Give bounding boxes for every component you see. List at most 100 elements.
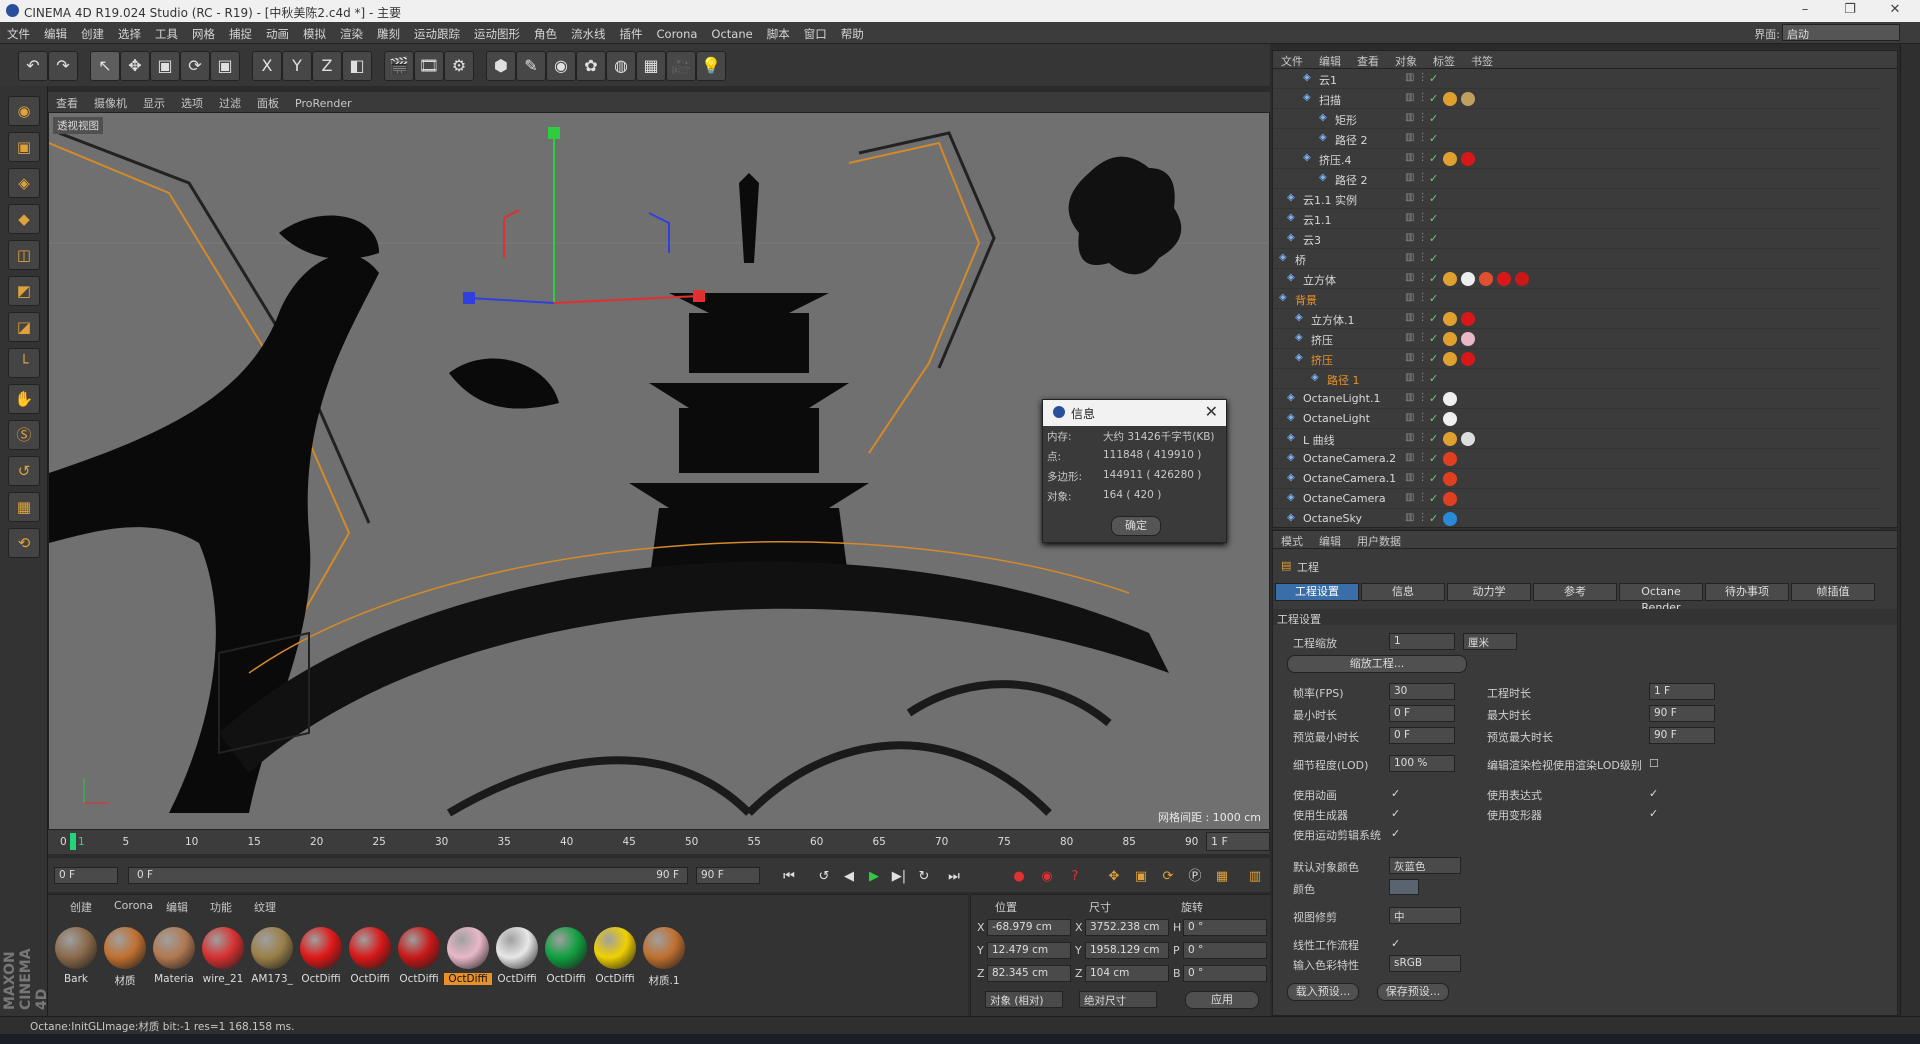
object-tag-icon[interactable] <box>1443 392 1457 406</box>
linear-workflow-checkbox[interactable]: ✓ <box>1391 937 1403 950</box>
material-menu-item[interactable]: 创建 <box>70 899 92 915</box>
menu-item[interactable]: 流水线 <box>564 22 613 42</box>
position-field[interactable]: -68.979 cm <box>987 919 1071 936</box>
object-row[interactable]: ◈ OctaneCamera.1 ▥ ⋮ ✓ <box>1273 469 1881 489</box>
visibility-icon[interactable]: ▥ ⋮ <box>1405 512 1428 523</box>
enabled-check-icon[interactable]: ✓ <box>1429 312 1438 325</box>
object-tag-icon[interactable] <box>1443 332 1457 346</box>
visibility-icon[interactable]: ▥ ⋮ <box>1405 152 1428 163</box>
object-row[interactable]: ◈ 云3 ▥ ⋮ ✓ <box>1273 229 1881 249</box>
playhead[interactable] <box>70 833 76 850</box>
object-row[interactable]: ◈ OctaneCamera.2 ▥ ⋮ ✓ <box>1273 449 1881 469</box>
menu-item[interactable]: Octane <box>704 23 759 41</box>
left-tool-icon[interactable]: ✋ <box>8 384 40 414</box>
coordinate-system-icon[interactable]: ◧ <box>342 51 372 81</box>
left-tool-icon[interactable]: ▣ <box>8 132 40 162</box>
menu-item[interactable]: 运动跟踪 <box>407 22 467 42</box>
material-label[interactable]: Bark <box>52 973 100 985</box>
material-swatch[interactable] <box>202 927 244 969</box>
object-tag-icon[interactable] <box>1497 272 1511 286</box>
visibility-icon[interactable]: ▥ ⋮ <box>1405 392 1428 403</box>
visibility-icon[interactable]: ▥ ⋮ <box>1405 252 1428 263</box>
max-time-field[interactable]: 90 F <box>1649 705 1715 722</box>
minimize-button[interactable]: – <box>1790 2 1820 20</box>
keyframe-selection-icon[interactable]: ? <box>1064 866 1086 888</box>
material-menu-item[interactable]: 功能 <box>210 899 232 915</box>
enabled-check-icon[interactable]: ✓ <box>1429 192 1438 205</box>
object-tag-icon[interactable] <box>1461 352 1475 366</box>
size-mode-select[interactable]: 绝对尺寸 <box>1079 991 1157 1008</box>
attribute-tab[interactable]: Octane Render <box>1619 583 1703 614</box>
material-label[interactable]: OctDiffi <box>542 973 590 985</box>
object-menu-item[interactable]: 书签 <box>1463 51 1501 71</box>
input-color-select[interactable]: sRGB <box>1389 955 1461 972</box>
object-tag-icon[interactable] <box>1443 452 1457 466</box>
material-label[interactable]: OctDiffi <box>297 973 345 985</box>
object-name[interactable]: 路径 1 <box>1327 372 1360 388</box>
key-scale-icon[interactable]: ▣ <box>1130 866 1152 888</box>
enabled-check-icon[interactable]: ✓ <box>1429 112 1438 125</box>
material-label[interactable]: OctDiffi <box>444 973 492 985</box>
next-key-icon[interactable]: ↻ <box>913 866 935 888</box>
material-label[interactable]: wire_21 <box>199 973 247 985</box>
y-axis-icon[interactable]: Y <box>282 51 312 81</box>
position-field[interactable]: 12.479 cm <box>987 942 1071 959</box>
viewport-menu-item[interactable]: 选项 <box>173 92 211 114</box>
left-tool-icon[interactable]: ◆ <box>8 204 40 234</box>
menu-item[interactable]: 编辑 <box>37 22 74 42</box>
enabled-check-icon[interactable]: ✓ <box>1429 292 1438 305</box>
project-scale-field[interactable]: 1 <box>1389 633 1455 650</box>
material-swatch[interactable] <box>300 927 342 969</box>
key-param-icon[interactable]: Ⓟ <box>1184 866 1206 888</box>
object-row[interactable]: ◈ OctaneLight.1 ▥ ⋮ ✓ <box>1273 389 1881 409</box>
load-preset-button[interactable]: 载入预设... <box>1287 983 1359 1001</box>
enabled-check-icon[interactable]: ✓ <box>1429 252 1438 265</box>
viewport-menu-item[interactable]: 过滤 <box>211 92 249 114</box>
menu-item[interactable]: 网格 <box>185 22 222 42</box>
scale-project-button[interactable]: 缩放工程... <box>1287 655 1467 673</box>
menu-item[interactable]: 文件 <box>0 22 37 42</box>
material-swatch[interactable] <box>643 927 685 969</box>
floor-icon[interactable]: ▦ <box>636 51 666 81</box>
material-menu-item[interactable]: Corona <box>114 899 153 912</box>
object-name[interactable]: 云1.1 实例 <box>1303 192 1357 208</box>
visibility-icon[interactable]: ▥ ⋮ <box>1405 372 1428 383</box>
object-menu-item[interactable]: 标签 <box>1425 51 1463 71</box>
object-menu-item[interactable]: 对象 <box>1387 51 1425 71</box>
object-tag-icon[interactable] <box>1443 92 1457 106</box>
object-name[interactable]: 云3 <box>1303 232 1321 248</box>
material-label[interactable]: OctDiffi <box>395 973 443 985</box>
object-name[interactable]: OctaneCamera.2 <box>1303 452 1396 465</box>
object-tag-icon[interactable] <box>1461 332 1475 346</box>
material-label[interactable]: Materia <box>150 973 198 985</box>
object-name[interactable]: OctaneCamera.1 <box>1303 472 1396 485</box>
attribute-tab[interactable]: 参考 <box>1533 583 1617 601</box>
menu-item[interactable]: 渲染 <box>333 22 370 42</box>
render-view-icon[interactable]: 🎬 <box>384 51 414 81</box>
preview-min-field[interactable]: 0 F <box>1389 727 1455 744</box>
left-tool-icon[interactable]: ◈ <box>8 168 40 198</box>
enabled-check-icon[interactable]: ✓ <box>1429 272 1438 285</box>
visibility-icon[interactable]: ▥ ⋮ <box>1405 132 1428 143</box>
enabled-check-icon[interactable]: ✓ <box>1429 92 1438 105</box>
rotate-icon[interactable]: ⟳ <box>180 51 210 81</box>
left-tool-icon[interactable]: ⟲ <box>8 528 40 558</box>
object-name[interactable]: 立方体.1 <box>1311 312 1355 328</box>
enabled-check-icon[interactable]: ✓ <box>1429 132 1438 145</box>
save-preset-button[interactable]: 保存预设... <box>1377 983 1449 1001</box>
object-tag-icon[interactable] <box>1461 432 1475 446</box>
object-tag-icon[interactable] <box>1443 412 1457 426</box>
attribute-menu-item[interactable]: 编辑 <box>1311 531 1349 551</box>
visibility-icon[interactable]: ▥ ⋮ <box>1405 412 1428 423</box>
object-row[interactable]: ◈ 矩形 ▥ ⋮ ✓ <box>1273 109 1881 129</box>
object-name[interactable]: OctaneSky <box>1303 512 1362 525</box>
object-row[interactable]: ◈ 立方体 ▥ ⋮ ✓ <box>1273 269 1881 289</box>
layout-select[interactable]: 启动 <box>1782 24 1900 41</box>
material-swatch[interactable] <box>545 927 587 969</box>
use-motion-checkbox[interactable]: ✓ <box>1391 827 1403 840</box>
left-tool-icon[interactable]: ◪ <box>8 312 40 342</box>
material-label[interactable]: 材质.1 <box>640 973 688 988</box>
object-tag-icon[interactable] <box>1479 272 1493 286</box>
x-axis-icon[interactable]: X <box>252 51 282 81</box>
coord-mode-select[interactable]: 对象 (相对) <box>985 991 1063 1008</box>
